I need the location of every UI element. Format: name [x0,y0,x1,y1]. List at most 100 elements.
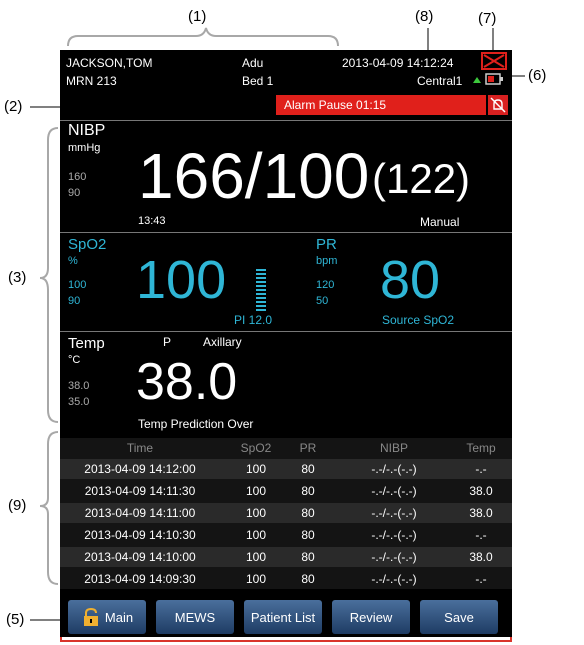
trend-cell-nibp: -.-/-.-(-.-) [371,528,417,542]
nibp-time: 13:43 [138,215,166,227]
trend-cell-time: 2013-04-09 14:11:00 [84,506,196,520]
trend-cell-nibp: -.-/-.-(-.-) [371,572,417,586]
nibp-label: NIBP [68,122,106,139]
network-name: Central1 [417,74,463,88]
table-row[interactable]: 2013-04-09 14:10:00 100 80 -.-/-.-(-.-) … [60,547,512,567]
patient-name: JACKSON,TOM [66,56,153,70]
trend-cell-temp: -.- [475,572,487,586]
patient-header[interactable]: JACKSON,TOM MRN 213 Adu Bed 1 2013-04-09… [60,50,512,90]
save-button-label: Save [444,609,474,625]
table-row[interactable]: 2013-04-09 14:10:30 100 80 -.-/-.-(-.-) … [60,525,512,545]
spo2-limit-low: 90 [68,295,81,307]
bed-number: Bed 1 [242,74,274,88]
pr-unit: bpm [316,255,338,267]
trend-cell-time: 2013-04-09 14:11:30 [84,484,196,498]
pr-value: 80 [380,250,441,310]
trend-header-spo2: SpO2 [240,441,272,455]
trend-cell-pr: 80 [301,506,315,520]
callout-6: (6) [528,67,547,84]
table-row[interactable]: 2013-04-09 14:11:00 100 80 -.-/-.-(-.-) … [60,503,512,523]
main-button[interactable]: Main [68,600,146,634]
nibp-limit-high: 160 [68,171,87,183]
bottom-navigation: Main MEWS Patient List Review Save [60,594,512,637]
trend-header-nibp: NIBP [379,441,408,455]
temp-limit-low: 35.0 [68,396,90,408]
trend-cell-pr: 80 [301,550,315,564]
trend-cell-spo2: 100 [245,506,267,520]
callout-3: (3) [8,269,27,286]
trend-cell-pr: 80 [301,484,315,498]
patient-mrn: MRN 213 [66,74,117,88]
temp-limit-high: 38.0 [68,380,90,392]
trend-header-pr: PR [299,441,317,455]
trend-cell-temp: 38.0 [469,506,493,520]
nibp-mode: Manual [420,215,460,229]
temp-parameter[interactable]: Temp °C P Axillary 38.0 35.0 38.0 Temp P… [60,331,512,436]
network-status-icon [473,77,481,83]
callout-7: (7) [478,10,497,27]
spo2-label: SpO2 [68,236,107,253]
trend-header-row: Time SpO2 PR NIBP Temp [60,438,512,458]
alarm-pause-text: Alarm Pause 01:15 [284,98,387,112]
spo2-pi: PI 12.0 [234,313,273,327]
spo2-limit-high: 100 [68,279,87,291]
trend-cell-time: 2013-04-09 14:10:00 [84,550,196,564]
battery-icon [485,73,503,85]
alarm-off-icon[interactable] [488,95,508,115]
pr-limit-high: 120 [316,279,335,291]
patient-list-button-label: Patient List [250,609,316,625]
temp-unit: °C [68,354,81,366]
save-button[interactable]: Save [420,600,498,634]
nibp-value: 166/100 [138,140,370,212]
trend-cell-pr: 80 [301,462,315,476]
table-row[interactable]: 2013-04-09 14:12:00 100 80 -.-/-.-(-.-) … [60,459,512,479]
temp-label: Temp [68,335,105,352]
patient-type: Adu [242,56,264,70]
trend-cell-temp: -.- [475,528,487,542]
callout-5: (5) [6,611,25,628]
callout-9: (9) [8,497,27,514]
trend-cell-temp: -.- [475,462,487,476]
callout-1: (1) [188,8,207,25]
pr-label: PR [316,236,337,253]
trend-cell-nibp: -.-/-.-(-.-) [371,506,417,520]
pr-limit-low: 50 [316,295,329,307]
table-row[interactable]: 2013-04-09 14:09:30 100 80 -.-/-.-(-.-) … [60,569,512,589]
review-button[interactable]: Review [332,600,410,634]
callout-8: (8) [415,8,434,25]
mews-button[interactable]: MEWS [156,600,234,634]
trend-cell-spo2: 100 [245,528,267,542]
lock-icon [83,607,98,626]
trend-cell-spo2: 100 [245,572,267,586]
alarm-area: Alarm Pause 01:15 [60,91,512,119]
pr-source: Source SpO2 [382,313,455,327]
close-box-icon[interactable] [481,52,507,70]
spo2-unit: % [68,255,78,267]
spo2-pr-parameter[interactable]: SpO2 % 100 90 100 PI 12.0 PR bpm 120 50 … [60,232,512,331]
temp-site: Axillary [203,335,242,349]
patient-list-button[interactable]: Patient List [244,600,322,634]
trend-header-temp: Temp [466,441,496,455]
callout-2: (2) [4,98,23,115]
trend-cell-time: 2013-04-09 14:12:00 [84,462,196,476]
review-button-label: Review [349,609,393,625]
nibp-unit: mmHg [68,142,101,154]
trend-cell-temp: 38.0 [469,484,493,498]
alarm-pause-banner[interactable]: Alarm Pause 01:15 [276,95,486,115]
trend-cell-nibp: -.-/-.-(-.-) [371,550,417,564]
trend-cell-spo2: 100 [245,550,267,564]
trend-header-time: Time [126,441,154,455]
temp-site-type: P [163,335,172,349]
mews-button-label: MEWS [174,609,216,625]
nibp-parameter[interactable]: NIBP mmHg 160 90 166/100 (122) 13:43 Man… [60,120,512,231]
nibp-limit-low: 90 [68,187,81,199]
main-button-label: Main [104,609,134,625]
trend-table[interactable]: Time SpO2 PR NIBP Temp 2013-04-09 14:12:… [60,438,512,589]
trend-cell-nibp: -.-/-.-(-.-) [371,462,417,476]
monitor-screen: JACKSON,TOM MRN 213 Adu Bed 1 2013-04-09… [60,50,512,637]
trend-cell-spo2: 100 [245,484,267,498]
table-row[interactable]: 2013-04-09 14:11:30 100 80 -.-/-.-(-.-) … [60,481,512,501]
trend-cell-time: 2013-04-09 14:09:30 [84,572,196,586]
date-time: 2013-04-09 14:12:24 [342,56,454,70]
nibp-mean: (122) [372,155,471,202]
